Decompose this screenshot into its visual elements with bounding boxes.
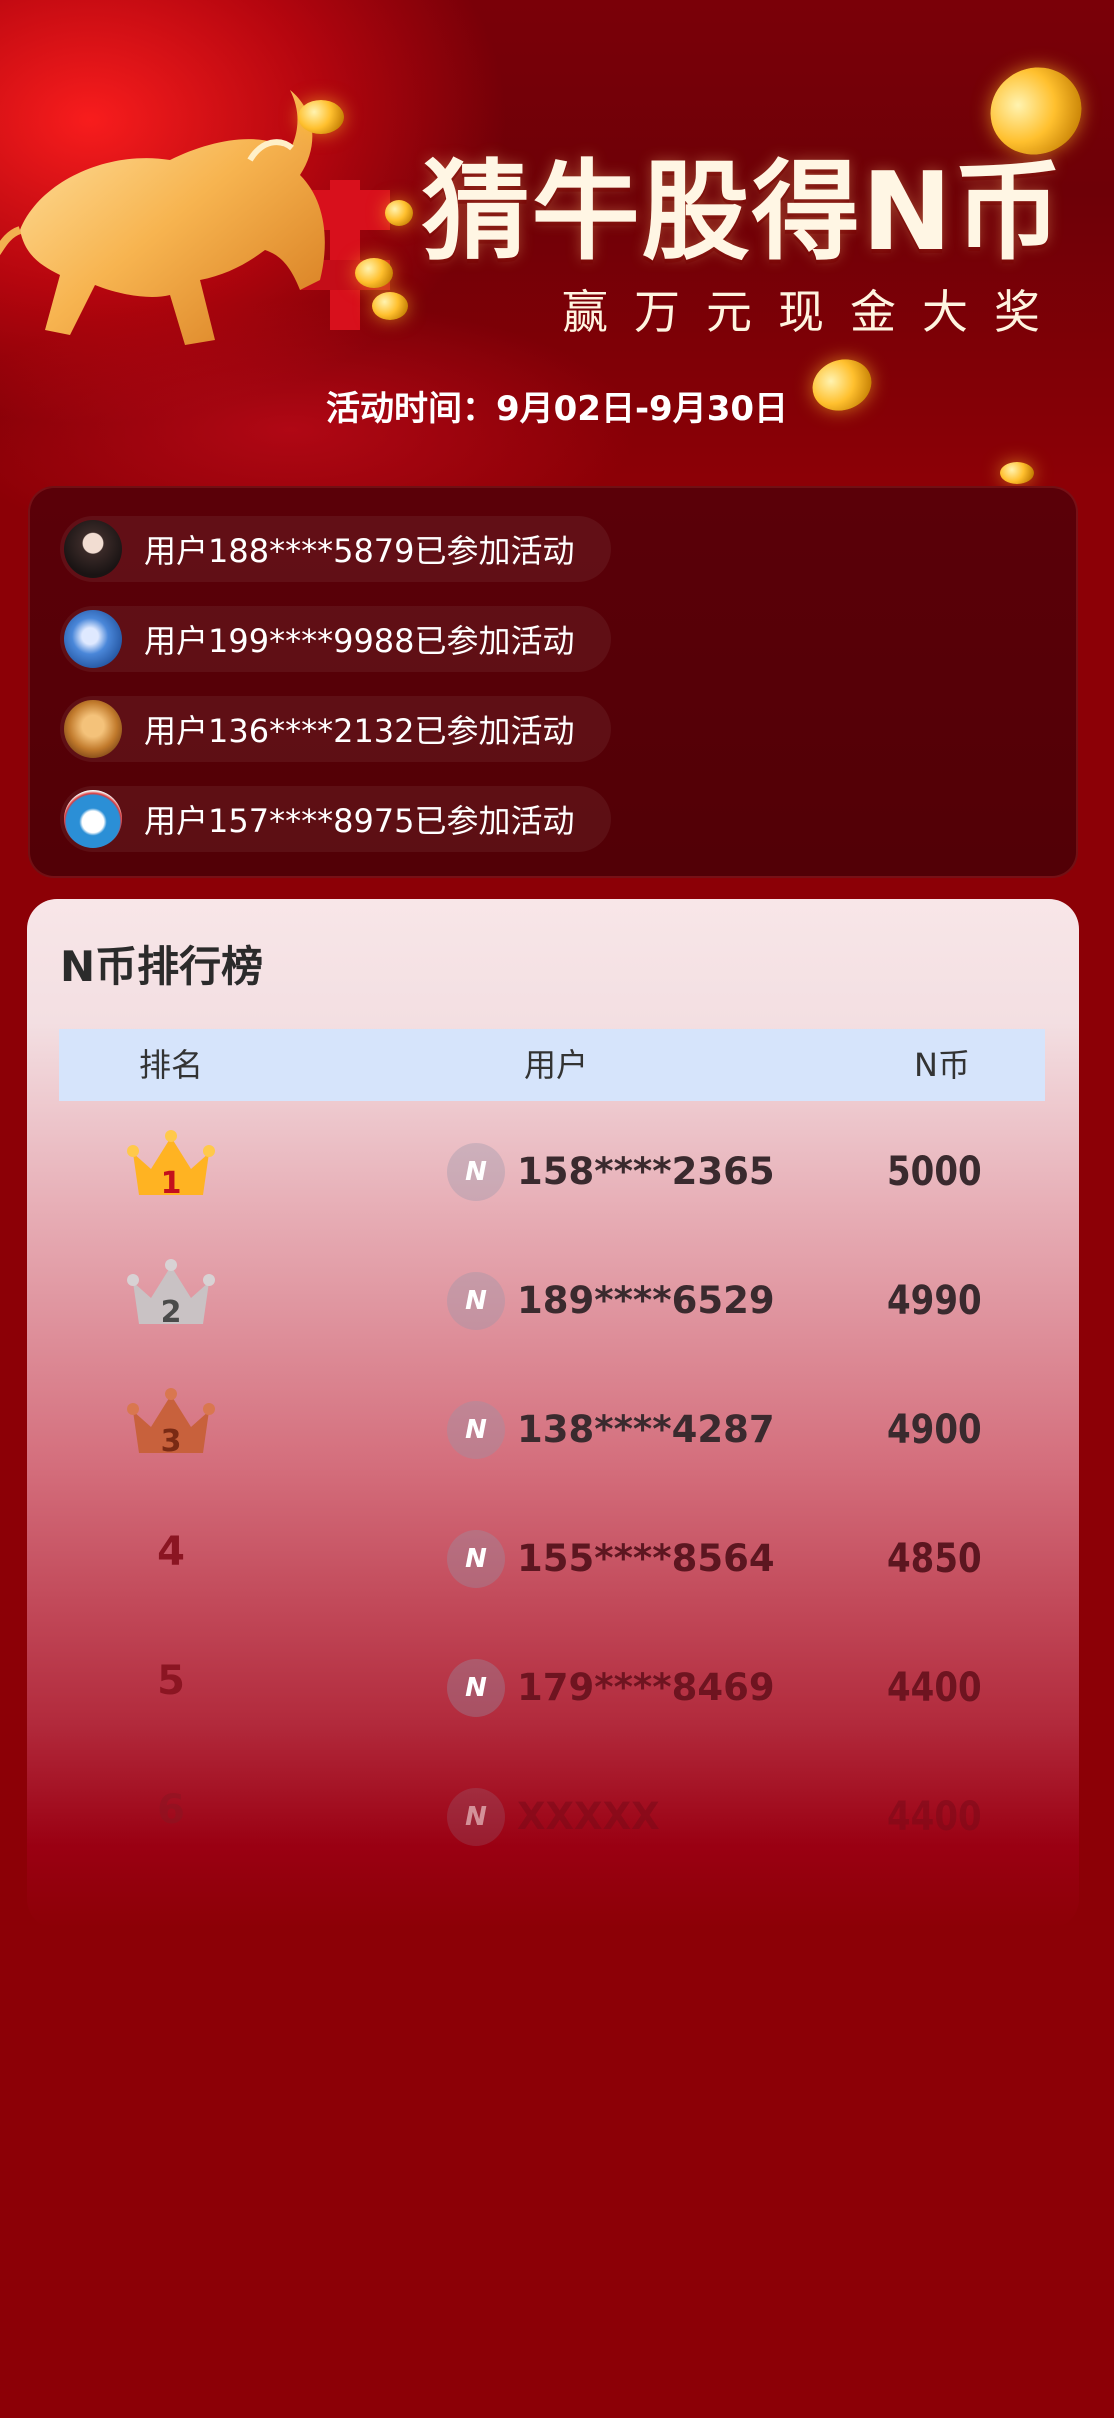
silver-crown-icon: 2	[127, 1259, 215, 1330]
leaderboard-row: 3 N 138****4287 4900	[27, 1373, 1079, 1483]
user-coins: 4400	[887, 1794, 982, 1840]
leaderboard-header: 排名 用户 N币	[59, 1029, 1045, 1101]
participant-item: 用户157****8975已参加活动	[60, 786, 611, 852]
coin-icon	[1000, 462, 1034, 484]
avatar	[64, 700, 122, 758]
user-name: 138****4287	[517, 1408, 775, 1451]
coin-icon	[385, 200, 413, 226]
user-avatar-icon: N	[447, 1143, 505, 1201]
participant-text: 用户199****9988已参加活动	[144, 622, 575, 660]
user-avatar-icon: N	[447, 1272, 505, 1330]
participant-text: 用户157****8975已参加活动	[144, 802, 575, 840]
participant-text: 用户188****5879已参加活动	[144, 532, 575, 570]
user-name: 155****8564	[517, 1537, 775, 1580]
user-coins: 4850	[887, 1536, 982, 1582]
coin-icon	[372, 292, 408, 320]
hero-banner: 猜牛股得N币 赢万元现金大奖 活动时间：9月02日-9月30日	[0, 0, 1114, 560]
rank-number: 3	[161, 1424, 182, 1459]
rank-number: 4	[157, 1529, 185, 1575]
user-avatar-icon: N	[447, 1401, 505, 1459]
participant-item: 用户199****9988已参加活动	[60, 606, 611, 672]
rank-number: 1	[161, 1166, 182, 1201]
avatar	[64, 520, 122, 578]
column-header-user: 用户	[524, 1046, 589, 1084]
user-name: 179****8469	[517, 1666, 775, 1709]
user-name: 158****2365	[517, 1150, 775, 1193]
user-coins: 4990	[887, 1278, 982, 1324]
leaderboard-row: 6 N XXXXX 4400	[27, 1760, 1079, 1870]
user-name: XXXXX	[517, 1795, 660, 1838]
rank-number: 2	[161, 1295, 182, 1330]
user-avatar-icon: N	[447, 1530, 505, 1588]
leaderboard-row: 2 N 189****6529 4990	[27, 1244, 1079, 1354]
user-coins: 4400	[887, 1665, 982, 1711]
participant-text: 用户136****2132已参加活动	[144, 712, 575, 750]
user-coins: 4900	[887, 1407, 982, 1453]
bronze-crown-icon: 3	[127, 1388, 215, 1459]
leaderboard-row: 1 N 158****2365 5000	[27, 1115, 1079, 1225]
user-avatar-icon: N	[447, 1788, 505, 1846]
coin-icon	[355, 258, 393, 288]
avatar	[64, 610, 122, 668]
leaderboard-card: N币排行榜 排名 用户 N币 1 N 158****2365 5000 2 N	[27, 899, 1079, 1929]
event-time: 活动时间：9月02日-9月30日	[325, 389, 789, 429]
coin-icon	[298, 100, 344, 134]
page-subtitle: 赢万元现金大奖	[562, 285, 1066, 339]
user-name: 189****6529	[517, 1279, 775, 1322]
gold-crown-icon: 1	[127, 1130, 215, 1201]
column-header-rank: 排名	[139, 1046, 204, 1084]
user-coins: 5000	[887, 1149, 982, 1195]
rank-number: 5	[157, 1658, 185, 1704]
page-title: 猜牛股得N币	[421, 150, 1064, 275]
column-header-coins: N币	[914, 1046, 970, 1084]
golden-bull-illustration	[0, 90, 390, 345]
participants-feed: 用户188****5879已参加活动 用户199****9988已参加活动 用户…	[28, 486, 1078, 878]
rank-number: 6	[157, 1787, 185, 1833]
user-avatar-icon: N	[447, 1659, 505, 1717]
avatar	[64, 790, 122, 848]
leaderboard-row: 4 N 155****8564 4850	[27, 1502, 1079, 1612]
leaderboard-title: N币排行榜	[60, 942, 264, 991]
participant-item: 用户136****2132已参加活动	[60, 696, 611, 762]
page: 猜牛股得N币 赢万元现金大奖 活动时间：9月02日-9月30日 用户188***…	[0, 0, 1114, 2418]
leaderboard-row: 5 N 179****8469 4400	[27, 1631, 1079, 1741]
participant-item: 用户188****5879已参加活动	[60, 516, 611, 582]
